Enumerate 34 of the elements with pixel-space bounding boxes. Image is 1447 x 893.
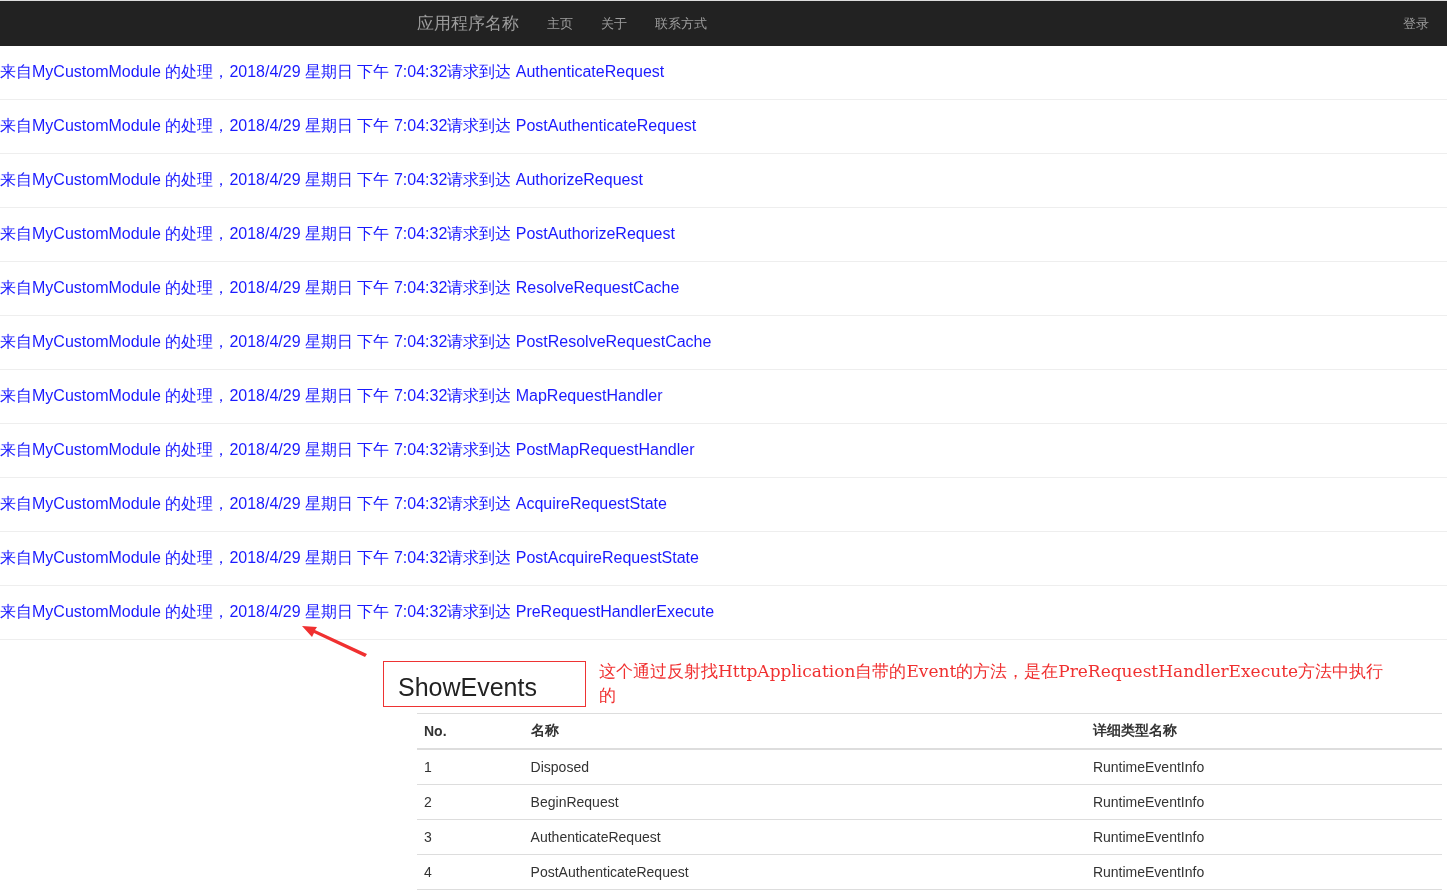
nav-link[interactable]: 关于 xyxy=(601,14,627,33)
column-header: 详细类型名称 xyxy=(1085,713,1442,749)
table-cell: RuntimeEventInfo xyxy=(1085,819,1442,855)
app-brand[interactable]: 应用程序名称 xyxy=(417,12,519,35)
log-message: 来自MyCustomModule 的处理，2018/4/29 星期日 下午 7:04:32请求到达 PostResolveRequestCache xyxy=(0,332,712,352)
log-message: 来自MyCustomModule 的处理，2018/4/29 星期日 下午 7:04:32请求到达 AuthorizeRequest xyxy=(0,170,643,190)
table-cell: 4 xyxy=(417,854,524,890)
table-cell: Disposed xyxy=(523,749,1086,785)
column-header: No. xyxy=(417,713,524,749)
table-cell: RuntimeEventInfo xyxy=(1085,784,1442,820)
table-cell: 2 xyxy=(417,784,524,820)
table-cell: 1 xyxy=(417,749,524,785)
log-message: 来自MyCustomModule 的处理，2018/4/29 星期日 下午 7:04:32请求到达 PostAcquireRequestState xyxy=(0,548,699,568)
log-message: 来自MyCustomModule 的处理，2018/4/29 星期日 下午 7:04:32请求到达 AuthenticateRequest xyxy=(0,62,665,82)
table-cell: PostAuthenticateRequest xyxy=(523,854,1086,890)
table-cell: RuntimeEventInfo xyxy=(1085,854,1442,890)
login-link[interactable]: 登录 xyxy=(1403,14,1429,33)
log-message: 来自MyCustomModule 的处理，2018/4/29 星期日 下午 7:04:32请求到达 PostAuthenticateRequest xyxy=(0,116,697,136)
log-message: 来自MyCustomModule 的处理，2018/4/29 星期日 下午 7:04:32请求到达 AcquireRequestState xyxy=(0,494,667,514)
log-message: 来自MyCustomModule 的处理，2018/4/29 星期日 下午 7:04:32请求到达 ResolveRequestCache xyxy=(0,278,680,298)
log-message: 来自MyCustomModule 的处理，2018/4/29 星期日 下午 7:04:32请求到达 PreRequestHandlerExecute xyxy=(0,602,715,622)
table-cell: RuntimeEventInfo xyxy=(1085,749,1442,785)
table-cell: BeginRequest xyxy=(523,784,1086,820)
annotation-note: 这个通过反射找HttpApplication自带的Event的方法，是在PreRequestHandlerExecute方法中执行的 xyxy=(599,660,1385,707)
log-message: 来自MyCustomModule 的处理，2018/4/29 星期日 下午 7:04:32请求到达 PostMapRequestHandler xyxy=(0,440,695,460)
arrow-icon xyxy=(300,624,370,658)
log-message: 来自MyCustomModule 的处理，2018/4/29 星期日 下午 7:04:32请求到达 PostAuthorizeRequest xyxy=(0,224,675,244)
nav-link[interactable]: 主页 xyxy=(547,14,573,33)
table-cell: 3 xyxy=(417,819,524,855)
nav-link[interactable]: 联系方式 xyxy=(655,14,707,33)
show-events-button[interactable]: ShowEvents xyxy=(383,661,586,707)
table-cell: AuthenticateRequest xyxy=(523,819,1086,855)
column-header: 名称 xyxy=(523,713,1086,749)
log-message: 来自MyCustomModule 的处理，2018/4/29 星期日 下午 7:04:32请求到达 MapRequestHandler xyxy=(0,386,663,406)
